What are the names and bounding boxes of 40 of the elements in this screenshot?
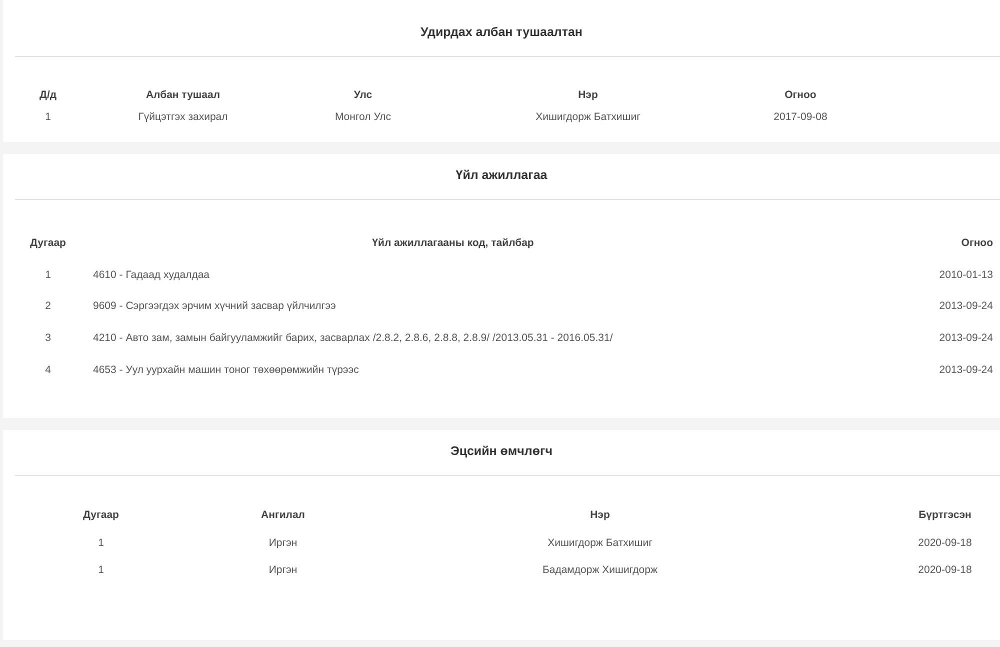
column-header: Дугаар (29, 236, 67, 251)
table-cell-text: 1 (44, 268, 52, 282)
column-header: Ангилал (260, 508, 306, 523)
column-header: Огноо (960, 236, 993, 251)
table-cell-text: 4210 - Авто зам, замын байгууламжийг барих, засварлах /2.8.2, 2.8.6, 2.8.8, 2.8.9/ /2013.05.31 - 2016.05.31/ (93, 331, 614, 346)
column-header: Д/д (38, 88, 58, 103)
table-cell-text: 2020-09-18 (917, 563, 973, 578)
column-header: Огноо (784, 88, 818, 103)
table-cell-text: Хишигдорж Батхишиг (534, 110, 642, 124)
section-title: Удирдах албан тушаалтан (420, 24, 584, 41)
table-cell-text: 4610 - Гадаад худалдаа (93, 268, 211, 282)
column-header: Дугаар (82, 508, 120, 523)
section-title: Үйл ажиллагаа (454, 167, 548, 184)
column-header: Нэр (589, 508, 611, 523)
column-header: Улс (352, 88, 374, 103)
table-cell-text: 2020-09-18 (917, 536, 973, 550)
table-cell-text: 4653 - Уул уурхайн машин тоног төхөөрөмжийн түрээс (93, 362, 360, 378)
table-cell-text: Иргэн (268, 536, 298, 550)
table-cell-text: 1 (44, 110, 52, 124)
table-cell-text: 1 (97, 536, 105, 550)
table-cell-text: Монгол Улс (334, 110, 392, 124)
table-cell-text: 2 (44, 299, 52, 314)
table-cell-text: 2013-09-24 (938, 299, 993, 314)
table-cell-text: 1 (97, 563, 105, 578)
table-cell-text: Хишигдорж Батхишиг (546, 536, 654, 550)
table-cell-text: 9609 - Сэргээгдэх эрчим хүчний засвар үйлчилгээ (93, 299, 337, 314)
table-cell-text: 3 (44, 331, 52, 346)
table-cell-text: Иргэн (268, 563, 298, 578)
column-header: Бүртгэсэн (918, 508, 972, 523)
column-header: Албан тушаал (144, 88, 222, 103)
column-header: Үйл ажиллагааны код, тайлбар (371, 236, 535, 251)
table-cell-text: 2017-09-08 (772, 110, 828, 124)
section-title: Эцсийн өмчлөгч (450, 443, 554, 460)
table-cell-text: 2013-09-24 (938, 362, 993, 378)
table-cell-text: 2010-01-13 (938, 268, 993, 282)
table-cell-text: 2013-09-24 (938, 331, 993, 346)
table-cell-text: Бадамдорж Хишигдорж (541, 563, 658, 578)
table-cell-text: Гүйцэтгэх захирал (137, 110, 229, 124)
table-cell-text: 4 (44, 362, 52, 378)
column-header: Нэр (577, 88, 599, 103)
